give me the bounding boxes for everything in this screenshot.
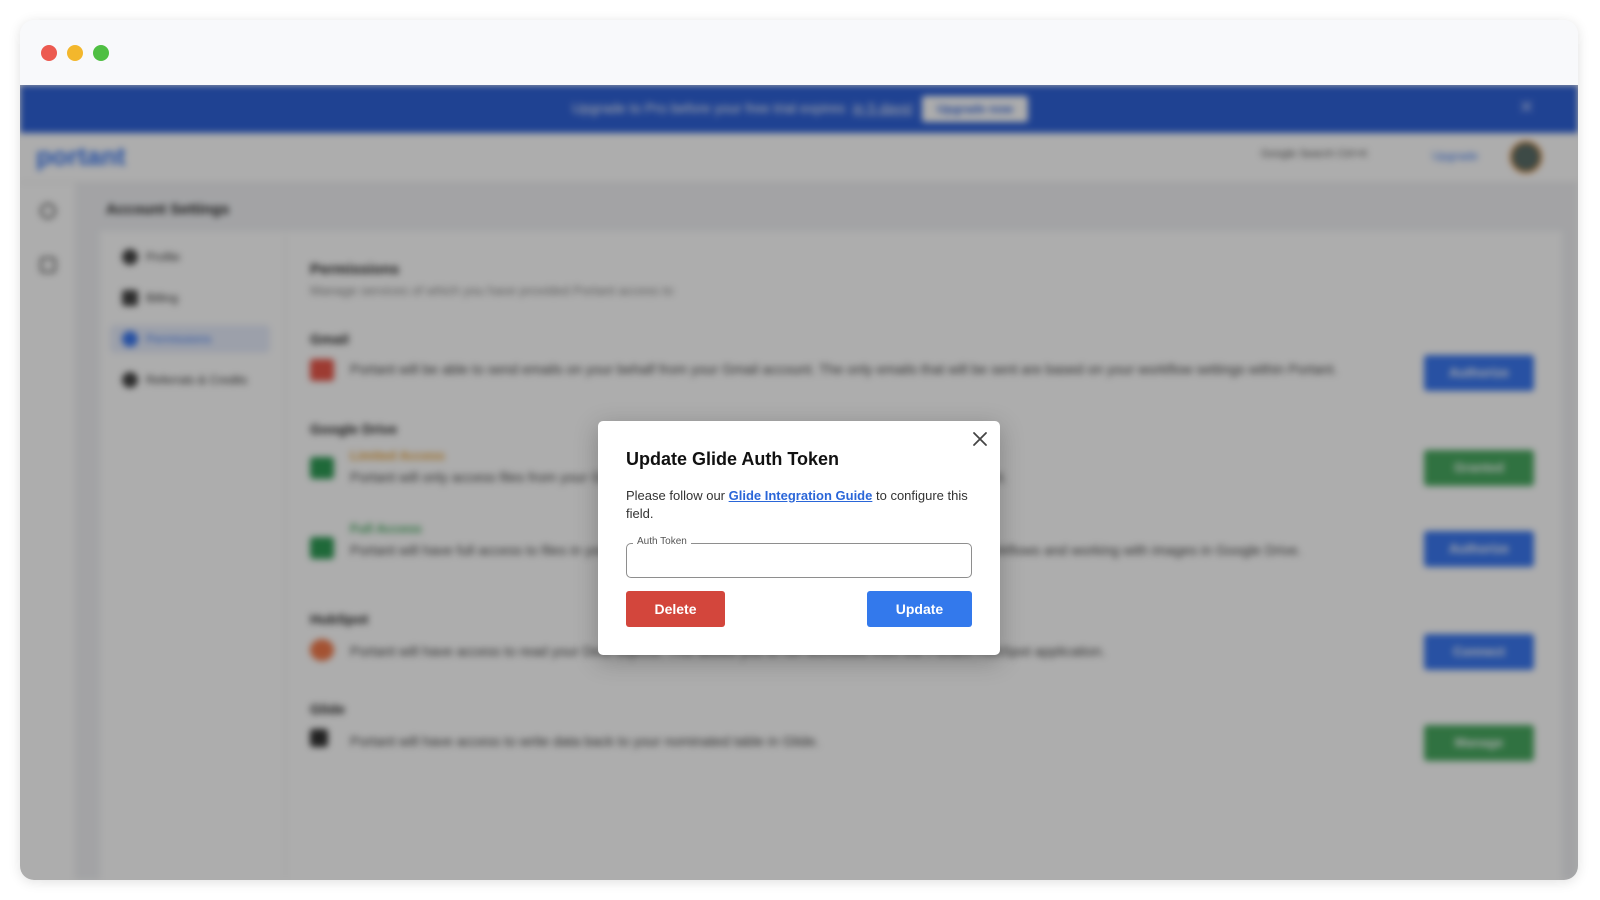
close-icon[interactable] bbox=[968, 427, 992, 451]
auth-token-input[interactable] bbox=[635, 550, 963, 570]
close-window-button[interactable] bbox=[41, 45, 57, 61]
zoom-window-button[interactable] bbox=[93, 45, 109, 61]
auth-token-field: Auth Token bbox=[626, 536, 972, 578]
dialog-description: Please follow our Glide Integration Guid… bbox=[626, 488, 968, 521]
dialog-title: Update Glide Auth Token bbox=[626, 449, 840, 469]
delete-button[interactable]: Delete bbox=[626, 591, 725, 627]
title-bar bbox=[20, 20, 1578, 85]
update-glide-token-dialog: Update Glide Auth Token Please follow ou… bbox=[598, 421, 1000, 655]
auth-token-label: Auth Token bbox=[633, 536, 691, 547]
glide-integration-guide-link[interactable]: Glide Integration Guide bbox=[729, 488, 873, 503]
update-button[interactable]: Update bbox=[867, 591, 972, 627]
minimize-window-button[interactable] bbox=[67, 45, 83, 61]
